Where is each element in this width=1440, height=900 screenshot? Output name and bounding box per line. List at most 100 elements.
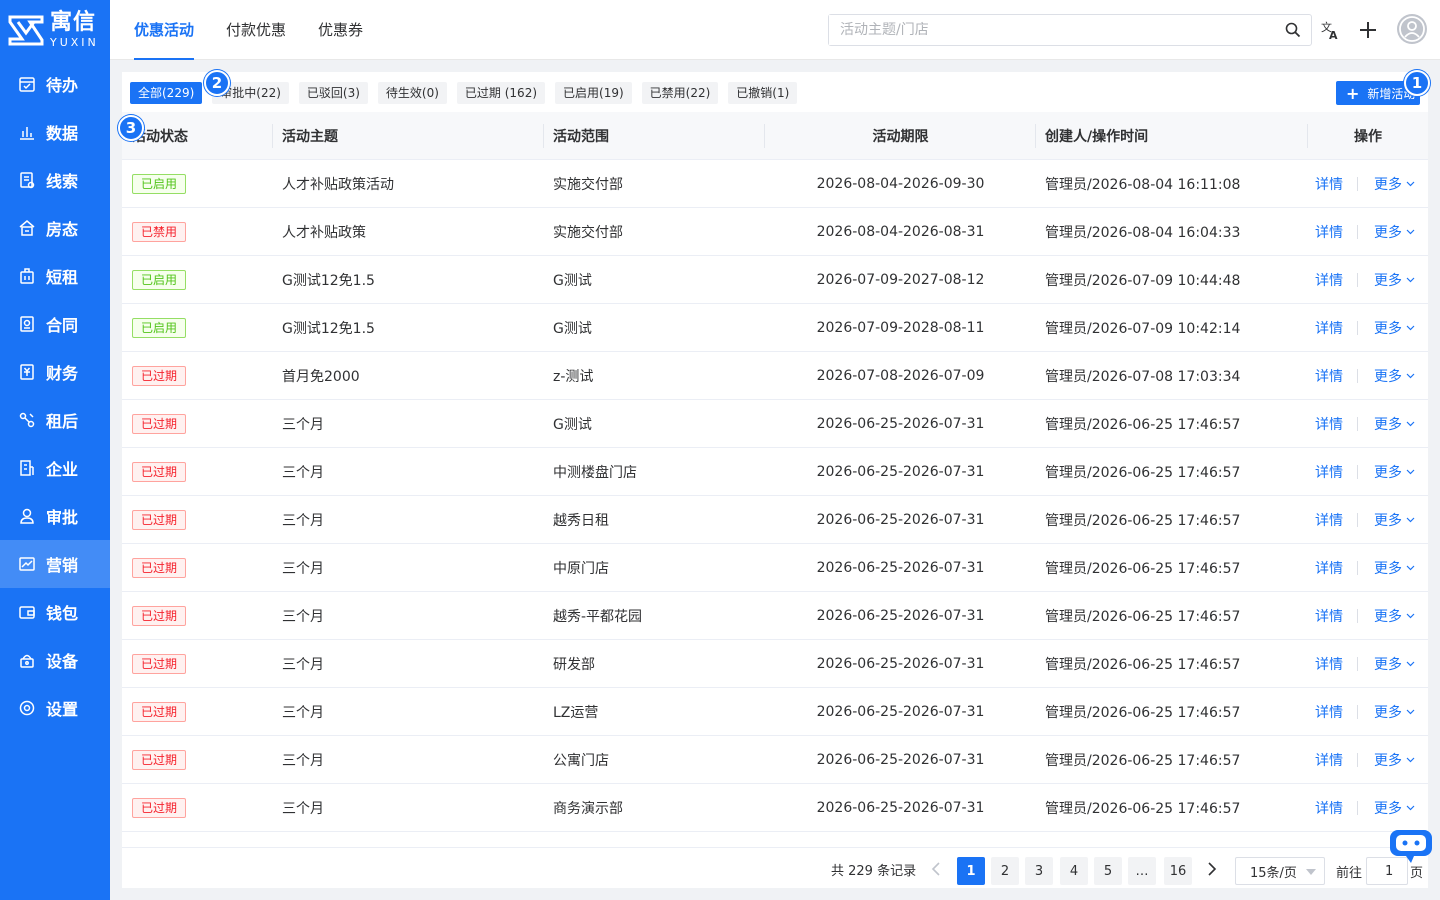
detail-link[interactable]: 详情	[1315, 510, 1343, 530]
detail-link[interactable]: 详情	[1315, 558, 1343, 578]
more-dropdown[interactable]: 更多	[1374, 222, 1415, 242]
actions-cell: 详情 更多	[1308, 702, 1428, 722]
filter-chip[interactable]: 已过期 (162)	[456, 82, 546, 104]
more-label: 更多	[1374, 272, 1402, 289]
filter-chip[interactable]: 已驳回(3)	[298, 82, 368, 104]
more-dropdown[interactable]: 更多	[1374, 702, 1415, 722]
sidebar-item-6[interactable]: 财务	[0, 348, 110, 396]
tab-coupon[interactable]: 优惠券	[318, 0, 363, 60]
sidebar-item-10[interactable]: 营销	[0, 540, 110, 588]
more-dropdown[interactable]: 更多	[1374, 510, 1415, 530]
divider	[1357, 320, 1358, 335]
scope-cell: G测试	[553, 272, 592, 289]
sidebar-nav: 待办 数据 线索 房态 短租 合同 财务 租后 企业审批营销 钱包 设备 设置	[0, 60, 110, 732]
sidebar-item-3[interactable]: 房态	[0, 204, 110, 252]
more-dropdown[interactable]: 更多	[1374, 462, 1415, 482]
divider	[1357, 512, 1358, 527]
filter-chip[interactable]: 已启用(19)	[555, 82, 632, 104]
brand-logo[interactable]: 寓信 YUXIN	[0, 0, 110, 60]
more-dropdown[interactable]: 更多	[1374, 414, 1415, 434]
chevron-down-icon	[1406, 517, 1415, 522]
sidebar-item-1[interactable]: 数据	[0, 108, 110, 156]
prev-page-button[interactable]	[925, 858, 947, 880]
page-button[interactable]: 5	[1094, 857, 1122, 885]
sidebar-item-8[interactable]: 企业	[0, 444, 110, 492]
creator-cell: 管理员/2026-06-25 17:46:57	[1045, 416, 1241, 433]
table-row: 已过期 三个月 公寓门店 2026-06-25-2026-07-31 管理员/2026-…	[122, 736, 1428, 784]
page-button[interactable]: …	[1128, 857, 1156, 885]
detail-link[interactable]: 详情	[1315, 462, 1343, 482]
sidebar-item-9[interactable]: 审批	[0, 492, 110, 540]
page-button[interactable]: 3	[1025, 857, 1053, 885]
more-dropdown[interactable]: 更多	[1374, 750, 1415, 770]
page-button[interactable]: 16	[1164, 857, 1192, 885]
more-dropdown[interactable]: 更多	[1374, 606, 1415, 626]
more-dropdown[interactable]: 更多	[1374, 654, 1415, 674]
filter-chip[interactable]: 已禁用(22)	[641, 82, 719, 104]
main-panel: 全部(229) 审批中(22) 已驳回(3) 待生效(0) 已过期 (162) 已启用(1…	[122, 72, 1428, 888]
detail-link[interactable]: 详情	[1315, 702, 1343, 722]
actions-cell: 详情 更多	[1308, 606, 1428, 626]
sidebar-item-12[interactable]: 设备	[0, 636, 110, 684]
more-dropdown[interactable]: 更多	[1374, 558, 1415, 578]
user-avatar[interactable]	[1397, 14, 1427, 44]
status-badge: 已过期	[132, 557, 187, 578]
search-icon[interactable]	[1285, 22, 1301, 38]
detail-link[interactable]: 详情	[1315, 414, 1343, 434]
next-page-button[interactable]	[1201, 858, 1223, 880]
filter-chip[interactable]: 全部(229)	[130, 82, 203, 104]
actions-cell: 详情 更多	[1308, 750, 1428, 770]
period-cell: 2026-06-25-2026-07-31	[816, 703, 985, 720]
page-button[interactable]: 1	[957, 857, 985, 885]
page-button[interactable]: 2	[991, 857, 1019, 885]
translate-icon[interactable]: 文 A	[1320, 20, 1340, 40]
detail-link[interactable]: 详情	[1315, 798, 1343, 818]
more-label: 更多	[1374, 224, 1402, 241]
sidebar-item-2[interactable]: 线索	[0, 156, 110, 204]
detail-link[interactable]: 详情	[1315, 606, 1343, 626]
sidebar-item-13[interactable]: 设置	[0, 684, 110, 732]
more-dropdown[interactable]: 更多	[1374, 174, 1415, 194]
detail-link[interactable]: 详情	[1315, 222, 1343, 242]
more-dropdown[interactable]: 更多	[1374, 798, 1415, 818]
theme-cell: 三个月	[282, 512, 324, 529]
detail-link[interactable]: 详情	[1315, 366, 1343, 386]
page-size-select[interactable]: 15条/页	[1235, 857, 1325, 885]
sidebar-item-0[interactable]: 待办	[0, 60, 110, 108]
tab-discount-activity[interactable]: 优惠活动	[134, 0, 195, 60]
table-body: 已启用 人才补贴政策活动 实施交付部 2026-08-04-2026-09-30 管理员…	[122, 160, 1428, 832]
col-creator: 创建人/操作时间	[1036, 112, 1308, 160]
detail-link[interactable]: 详情	[1315, 270, 1343, 290]
tab-payment-discount[interactable]: 付款优惠	[226, 0, 286, 60]
divider	[1357, 704, 1358, 719]
detail-link[interactable]: 详情	[1315, 174, 1343, 194]
filter-chip[interactable]: 已撤销(1)	[728, 82, 798, 104]
divider	[1357, 464, 1358, 479]
detail-link[interactable]: 详情	[1315, 318, 1343, 338]
chat-assistant-icon[interactable]	[1388, 828, 1434, 866]
creator-cell: 管理员/2026-07-09 10:44:48	[1045, 272, 1241, 289]
divider	[1357, 560, 1358, 575]
add-icon[interactable]	[1358, 20, 1378, 40]
page-button[interactable]: 4	[1060, 857, 1088, 885]
chevron-down-icon	[1406, 325, 1415, 330]
sidebar-item-label: 审批	[46, 508, 79, 527]
detail-link[interactable]: 详情	[1315, 654, 1343, 674]
activity-table: 活动状态 活动主题 活动范围 活动期限 创建人/操作时间 操作 已启用 人才补贴政…	[122, 112, 1428, 832]
more-dropdown[interactable]: 更多	[1374, 366, 1415, 386]
status-badge: 已启用	[132, 317, 187, 338]
more-dropdown[interactable]: 更多	[1374, 270, 1415, 290]
sidebar-item-11[interactable]: 钱包	[0, 588, 110, 636]
sidebar-item-7[interactable]: 租后	[0, 396, 110, 444]
sidebar-item-5[interactable]: 合同	[0, 300, 110, 348]
filter-chip[interactable]: 待生效(0)	[377, 82, 447, 104]
status-cell: 已过期	[122, 413, 273, 434]
search-input[interactable]	[829, 15, 1269, 45]
detail-link[interactable]: 详情	[1315, 750, 1343, 770]
status-filter-bar: 全部(229) 审批中(22) 已驳回(3) 待生效(0) 已过期 (162) 已启用(1…	[130, 82, 807, 104]
more-label: 更多	[1374, 752, 1402, 769]
search-box	[828, 14, 1312, 46]
creator-cell: 管理员/2026-07-08 17:03:34	[1045, 368, 1241, 385]
sidebar-item-4[interactable]: 短租	[0, 252, 110, 300]
more-dropdown[interactable]: 更多	[1374, 318, 1415, 338]
